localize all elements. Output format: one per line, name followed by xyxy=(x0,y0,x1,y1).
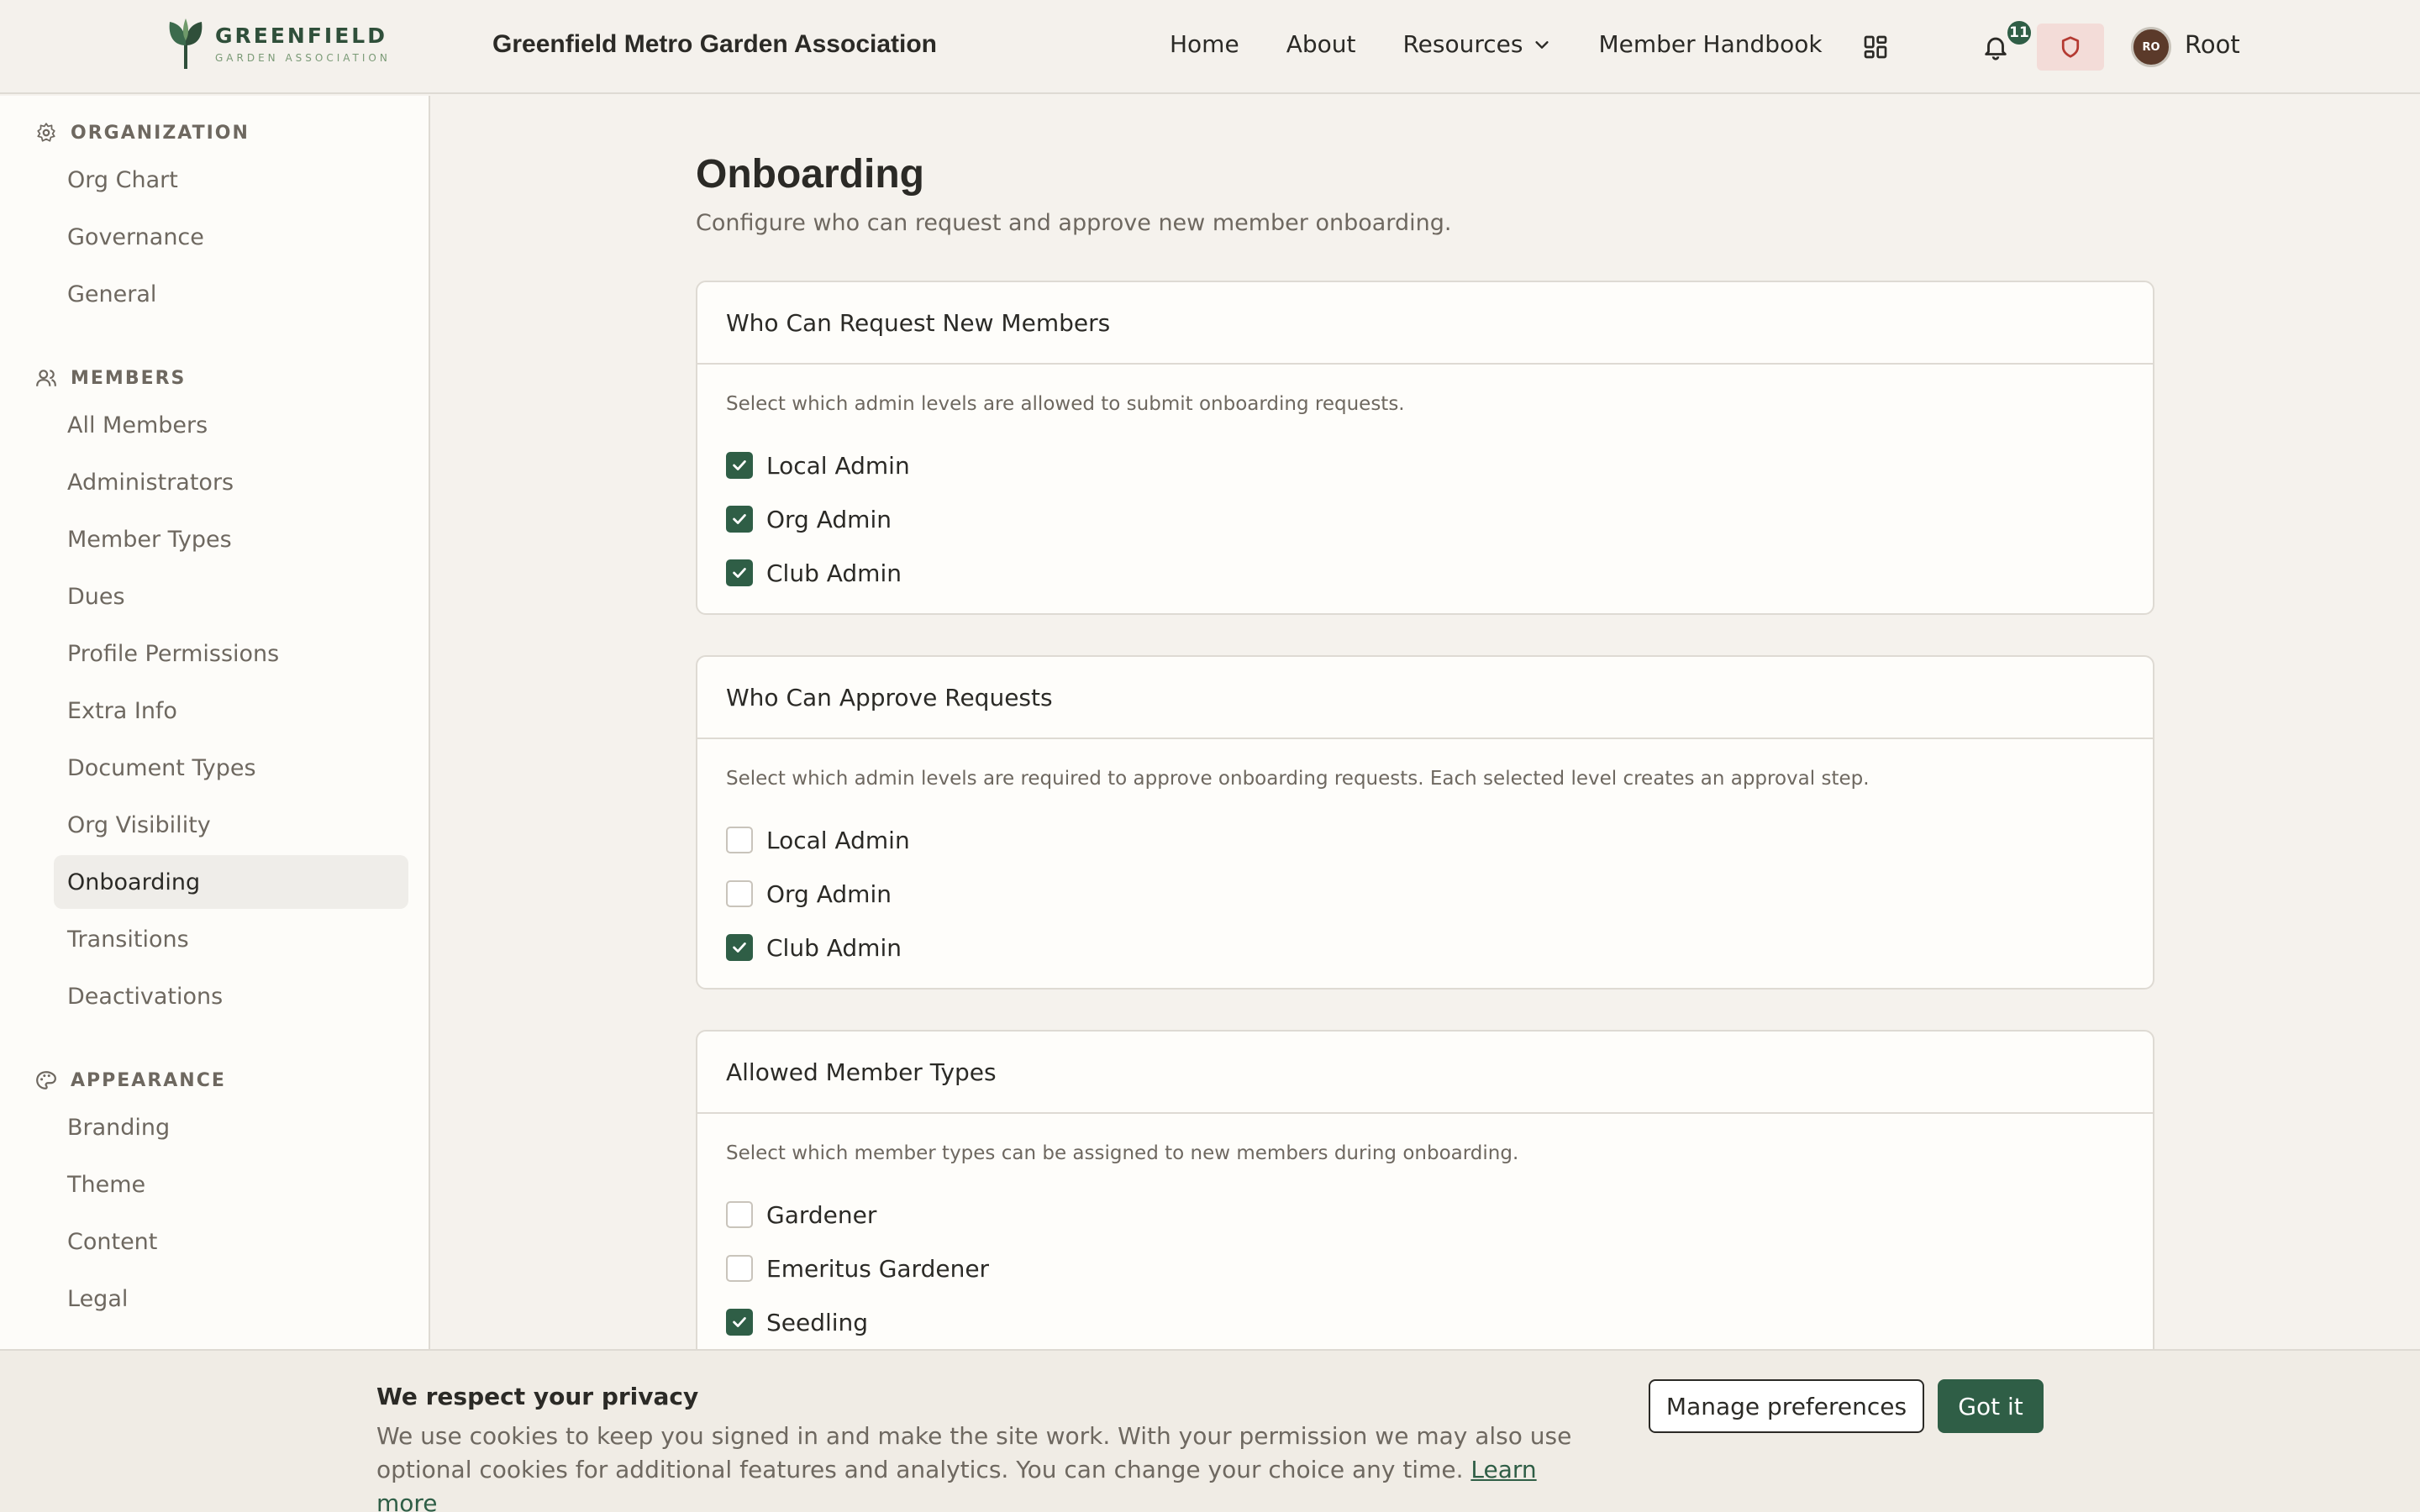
nav-home[interactable]: Home xyxy=(1170,30,1239,58)
checkmark-icon xyxy=(733,568,746,578)
card-title: Allowed Member Types xyxy=(697,1032,2153,1114)
checkbox[interactable] xyxy=(726,452,753,479)
site-title: Greenfield Metro Garden Association xyxy=(492,30,937,58)
sidebar-item-theme[interactable]: Theme xyxy=(54,1158,408,1211)
sidebar-heading-label: MEMBERS xyxy=(71,367,187,389)
checkmark-icon xyxy=(733,942,746,953)
checkbox[interactable] xyxy=(726,506,753,533)
sidebar-item-dues[interactable]: Dues xyxy=(54,570,408,623)
option-label: Gardener xyxy=(766,1200,877,1229)
option-type-gardener[interactable]: Gardener xyxy=(726,1188,2124,1242)
sidebar-heading-label: ORGANIZATION xyxy=(71,122,250,144)
option-label: Seedling xyxy=(766,1308,869,1336)
sprout-logo-icon xyxy=(169,18,203,69)
sidebar-item-deactivations[interactable]: Deactivations xyxy=(54,969,408,1023)
sidebar-item-member-types[interactable]: Member Types xyxy=(54,512,408,566)
option-approve-org-admin[interactable]: Org Admin xyxy=(726,867,2124,921)
sidebar-item-all-members[interactable]: All Members xyxy=(54,398,408,452)
avatar[interactable]: RO xyxy=(2131,27,2171,67)
sidebar-section-appearance: APPEARANCE Branding Theme Content Legal xyxy=(0,1060,430,1329)
cookie-banner: We respect your privacy We use cookies t… xyxy=(0,1349,2420,1512)
sidebar-item-branding[interactable]: Branding xyxy=(54,1100,408,1154)
checkbox[interactable] xyxy=(726,559,753,586)
option-label: Org Admin xyxy=(766,505,892,533)
card-description: Select which admin levels are allowed to… xyxy=(726,393,1405,415)
logo-name: GREENFIELD xyxy=(215,23,387,48)
card-title: Who Can Request New Members xyxy=(697,282,2153,365)
checkbox[interactable] xyxy=(726,1309,753,1336)
sidebar-item-governance[interactable]: Governance xyxy=(54,210,408,264)
notification-badge: 11 xyxy=(2005,18,2033,47)
checkbox[interactable] xyxy=(726,1201,753,1228)
option-label: Emeritus Gardener xyxy=(766,1254,990,1283)
option-label: Org Admin xyxy=(766,879,892,908)
sidebar-item-legal[interactable]: Legal xyxy=(54,1272,408,1326)
sidebar-item-profile-permissions[interactable]: Profile Permissions xyxy=(54,627,408,680)
sidebar-heading-organization: ORGANIZATION xyxy=(0,113,430,153)
shield-icon xyxy=(2061,36,2080,58)
accept-cookies-button[interactable]: Got it xyxy=(1938,1379,2044,1433)
sidebar-section-organization: ORGANIZATION Org Chart Governance Genera… xyxy=(0,113,430,324)
sidebar-item-extra-info[interactable]: Extra Info xyxy=(54,684,408,738)
sidebar-item-transitions[interactable]: Transitions xyxy=(54,912,408,966)
card-description: Select which member types can be assigne… xyxy=(726,1142,1519,1164)
sidebar-heading-appearance: APPEARANCE xyxy=(0,1060,430,1100)
page-title: Onboarding xyxy=(696,152,924,197)
sidebar-item-general[interactable]: General xyxy=(54,267,408,321)
checkmark-icon xyxy=(733,1317,746,1327)
option-type-seedling[interactable]: Seedling xyxy=(726,1295,2124,1349)
option-type-emeritus-gardener[interactable]: Emeritus Gardener xyxy=(726,1242,2124,1295)
cookie-title: We respect your privacy xyxy=(376,1383,699,1410)
main-nav: Home About Resources Member Handbook xyxy=(1170,30,1870,58)
option-label: Club Admin xyxy=(766,933,902,962)
option-label: Local Admin xyxy=(766,826,910,854)
cookie-text: We use cookies to keep you signed in and… xyxy=(376,1420,1586,1512)
user-name[interactable]: Root xyxy=(2185,30,2240,59)
option-label: Club Admin xyxy=(766,559,902,587)
option-request-club-admin[interactable]: Club Admin xyxy=(726,546,2124,600)
nav-member-handbook[interactable]: Member Handbook xyxy=(1598,30,1822,58)
option-approve-club-admin[interactable]: Club Admin xyxy=(726,921,2124,974)
card-allowed-member-types: Allowed Member Types Select which member… xyxy=(696,1030,2154,1383)
sidebar: ORGANIZATION Org Chart Governance Genera… xyxy=(0,96,430,1356)
sidebar-item-org-visibility[interactable]: Org Visibility xyxy=(54,798,408,852)
cookie-body: We use cookies to keep you signed in and… xyxy=(376,1422,1572,1483)
card-request-permissions: Who Can Request New Members Select which… xyxy=(696,281,2154,615)
option-request-org-admin[interactable]: Org Admin xyxy=(726,492,2124,546)
sidebar-item-onboarding[interactable]: Onboarding xyxy=(54,855,408,909)
card-approve-permissions: Who Can Approve Requests Select which ad… xyxy=(696,655,2154,990)
checkmark-icon xyxy=(733,514,746,524)
page-subtitle: Configure who can request and approve ne… xyxy=(696,210,1452,236)
sidebar-heading-label: APPEARANCE xyxy=(71,1069,226,1091)
option-label: Local Admin xyxy=(766,451,910,480)
top-header: GREENFIELD GARDEN ASSOCIATION Greenfield… xyxy=(0,0,2420,94)
checkbox[interactable] xyxy=(726,934,753,961)
apps-grid-icon[interactable] xyxy=(1862,34,1889,60)
card-title: Who Can Approve Requests xyxy=(697,657,2153,739)
sidebar-item-administrators[interactable]: Administrators xyxy=(54,455,408,509)
palette-icon xyxy=(36,1071,56,1089)
checkmark-icon xyxy=(733,460,746,470)
gear-icon xyxy=(37,123,55,142)
chevron-down-icon xyxy=(1535,40,1549,49)
option-approve-local-admin[interactable]: Local Admin xyxy=(726,813,2124,867)
manage-preferences-button[interactable]: Manage preferences xyxy=(1649,1379,1924,1433)
nav-resources[interactable]: Resources xyxy=(1402,30,1551,58)
option-request-local-admin[interactable]: Local Admin xyxy=(726,438,2124,492)
logo-subtitle: GARDEN ASSOCIATION xyxy=(215,51,391,64)
nav-resources-label: Resources xyxy=(1402,30,1523,58)
card-description: Select which admin levels are required t… xyxy=(726,768,1870,790)
checkbox[interactable] xyxy=(726,1255,753,1282)
checkbox[interactable] xyxy=(726,827,753,853)
users-icon xyxy=(36,370,56,386)
sidebar-item-org-chart[interactable]: Org Chart xyxy=(54,153,408,207)
checkbox[interactable] xyxy=(726,880,753,907)
admin-shield-button[interactable] xyxy=(2037,24,2104,71)
nav-about[interactable]: About xyxy=(1286,30,1356,58)
sidebar-section-members: MEMBERS All Members Administrators Membe… xyxy=(0,358,430,1026)
site-logo[interactable]: GREENFIELD GARDEN ASSOCIATION xyxy=(165,17,391,71)
sidebar-heading-members: MEMBERS xyxy=(0,358,430,398)
sidebar-item-document-types[interactable]: Document Types xyxy=(54,741,408,795)
sidebar-item-content[interactable]: Content xyxy=(54,1215,408,1268)
